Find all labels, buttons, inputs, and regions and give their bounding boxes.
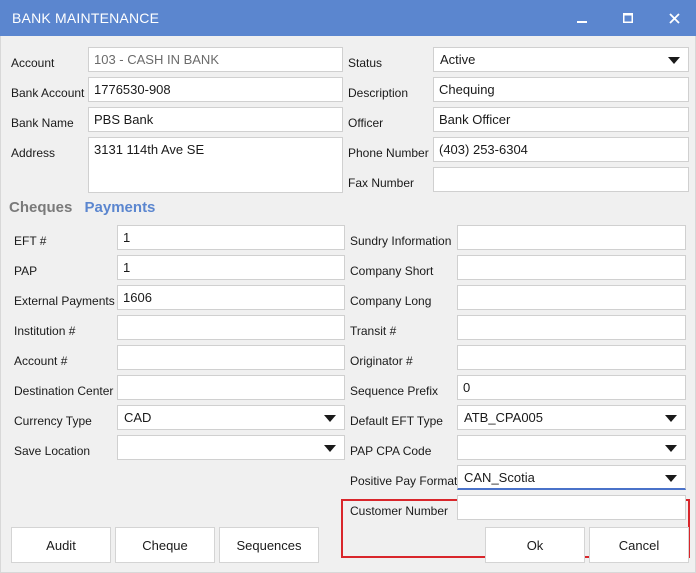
customer-number-label: Customer Number: [350, 504, 449, 518]
currency-type-value: CAD: [124, 410, 152, 425]
chevron-down-icon: [665, 475, 677, 482]
officer-label: Officer: [348, 116, 384, 130]
company-long-label: Company Long: [350, 294, 432, 308]
sequences-button[interactable]: Sequences: [219, 527, 319, 563]
title-bar: BANK MAINTENANCE: [0, 0, 696, 36]
bank-account-field[interactable]: 1776530-908: [88, 77, 343, 102]
status-label: Status: [348, 56, 383, 70]
fax-number-field[interactable]: [433, 167, 689, 192]
originator-label: Originator #: [350, 354, 413, 368]
currency-type-select[interactable]: CAD: [117, 405, 345, 430]
institution-label: Institution #: [14, 324, 76, 338]
bank-account-label: Bank Account: [11, 86, 85, 100]
pap-cpa-code-select[interactable]: [457, 435, 686, 460]
currency-type-label: Currency Type: [14, 414, 92, 428]
window-title: BANK MAINTENANCE: [12, 10, 160, 26]
company-long-field[interactable]: [457, 285, 686, 310]
close-icon: [668, 12, 680, 24]
company-short-field[interactable]: [457, 255, 686, 280]
description-field[interactable]: Chequing: [433, 77, 689, 102]
institution-field[interactable]: [117, 315, 345, 340]
chevron-down-icon: [665, 445, 677, 452]
maximize-icon: [623, 13, 633, 23]
external-payments-label: External Payments: [14, 294, 115, 308]
status-value: Active: [440, 52, 476, 67]
default-eft-type-select[interactable]: ATB_CPA005: [457, 405, 686, 430]
address-label: Address: [11, 146, 56, 160]
save-location-label: Save Location: [14, 444, 91, 458]
positive-pay-format-value: CAN_Scotia: [464, 470, 535, 485]
external-payments-field[interactable]: 1606: [117, 285, 345, 310]
positive-pay-format-label: Positive Pay Format: [350, 474, 458, 488]
phone-number-label: Phone Number: [348, 146, 429, 160]
chevron-down-icon: [665, 415, 677, 422]
audit-button[interactable]: Audit: [11, 527, 111, 563]
chevron-down-icon: [324, 415, 336, 422]
sequence-prefix-label: Sequence Prefix: [350, 384, 439, 398]
status-select[interactable]: Active: [433, 47, 689, 72]
positive-pay-format-select[interactable]: CAN_Scotia: [457, 465, 686, 490]
chevron-down-icon: [324, 445, 336, 452]
officer-field[interactable]: Bank Officer: [433, 107, 689, 132]
customer-number-field[interactable]: [457, 495, 686, 520]
default-eft-type-label: Default EFT Type: [350, 414, 443, 428]
default-eft-type-value: ATB_CPA005: [464, 410, 544, 425]
chevron-down-icon: [668, 57, 680, 64]
description-label: Description: [348, 86, 409, 100]
close-button[interactable]: [652, 0, 696, 36]
eft-field[interactable]: 1: [117, 225, 345, 250]
bank-name-label: Bank Name: [11, 116, 74, 130]
sundry-information-label: Sundry Information: [350, 234, 452, 248]
account-label: Account: [11, 56, 55, 70]
ok-button[interactable]: Ok: [485, 527, 585, 563]
bank-maintenance-window: Account 103 - CASH IN BANK Bank Account …: [0, 36, 696, 573]
sequence-prefix-field[interactable]: 0: [457, 375, 686, 400]
destination-center-label: Destination Center: [14, 384, 114, 398]
address-field[interactable]: 3131 114th Ave SE: [88, 137, 343, 193]
cheque-button[interactable]: Cheque: [115, 527, 215, 563]
save-location-select[interactable]: [117, 435, 345, 460]
minimize-icon: [577, 21, 587, 23]
payment-account-field[interactable]: [117, 345, 345, 370]
eft-label: EFT #: [14, 234, 47, 248]
fax-number-label: Fax Number: [348, 176, 415, 190]
sundry-information-field[interactable]: [457, 225, 686, 250]
account-field[interactable]: 103 - CASH IN BANK: [88, 47, 343, 72]
transit-label: Transit #: [350, 324, 397, 338]
pap-field[interactable]: 1: [117, 255, 345, 280]
minimize-button[interactable]: [560, 0, 604, 36]
transit-field[interactable]: [457, 315, 686, 340]
originator-field[interactable]: [457, 345, 686, 370]
maximize-button[interactable]: [606, 0, 650, 36]
tab-payments[interactable]: Payments: [85, 199, 156, 216]
pap-label: PAP: [14, 264, 38, 278]
payment-account-label: Account #: [14, 354, 68, 368]
phone-number-field[interactable]: (403) 253-6304: [433, 137, 689, 162]
pap-cpa-code-label: PAP CPA Code: [350, 444, 432, 458]
tab-cheques[interactable]: Cheques: [9, 199, 72, 216]
tab-bar: Cheques Payments: [9, 199, 163, 216]
destination-center-field[interactable]: [117, 375, 345, 400]
cancel-button[interactable]: Cancel: [589, 527, 689, 563]
company-short-label: Company Short: [350, 264, 434, 278]
bank-name-field[interactable]: PBS Bank: [88, 107, 343, 132]
